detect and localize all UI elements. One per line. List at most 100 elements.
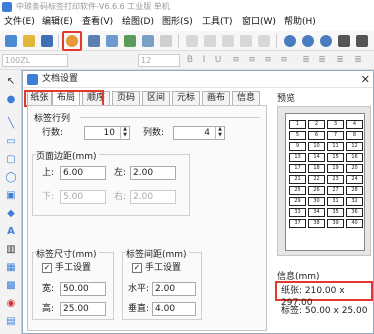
redo-icon[interactable]	[258, 35, 270, 47]
copy-icon[interactable]	[204, 35, 216, 47]
bottom-margin-label: 下:	[42, 192, 55, 202]
print-preview-icon[interactable]	[106, 35, 118, 47]
align-icon[interactable]	[356, 35, 368, 47]
database-icon[interactable]	[124, 35, 136, 47]
tab-page-number[interactable]: 页码	[112, 91, 140, 106]
rectangle-tool-icon[interactable]: ▭	[5, 136, 17, 148]
vertical-spacing-label: 垂直:	[128, 304, 150, 314]
rounded-rectangle-tool-icon[interactable]: ▢	[5, 154, 17, 166]
menu-shape[interactable]: 图形(S)	[162, 14, 193, 31]
horizontal-spacing-input[interactable]: 2.00	[152, 282, 196, 296]
app-logo-icon	[2, 2, 12, 12]
zoom-select[interactable]: 100ZL	[2, 54, 68, 67]
table-tool-icon[interactable]: ▦	[5, 262, 17, 274]
menu-view[interactable]: 查看(V)	[82, 14, 113, 31]
zoom-in-icon[interactable]	[284, 35, 296, 47]
preview-label-cell: 9	[289, 142, 306, 151]
cols-decrement-icon[interactable]: ▼	[216, 132, 224, 138]
underline-icon[interactable]: U	[212, 54, 224, 67]
preview-label-cell: 7	[327, 131, 344, 140]
text-layout-icon[interactable]: ≣	[334, 54, 346, 67]
cut-icon[interactable]	[186, 35, 198, 47]
new-document-icon[interactable]	[5, 35, 17, 47]
justify-icon[interactable]: ≡	[278, 54, 290, 67]
align-left-icon[interactable]: ≡	[230, 54, 242, 67]
menu-window[interactable]: 窗口(W)	[242, 14, 276, 31]
paper-sheet: 1 2 3 4 5 6 7 8 9 10 11 12 13 14 15 16 17 18 19 20 21 22 23 24 2…	[285, 113, 365, 251]
qrcode-tool-icon[interactable]: ▩	[5, 280, 17, 292]
margin-group-box	[32, 154, 190, 216]
menu-file[interactable]: 文件(E)	[4, 14, 35, 31]
save-icon[interactable]	[41, 35, 53, 47]
preview-label-cell: 23	[327, 175, 344, 184]
cols-stepper[interactable]: ▲ ▼	[215, 126, 224, 140]
polygon-tool-icon[interactable]: ◆	[5, 208, 17, 220]
text-format-icon[interactable]: ≣	[300, 54, 312, 67]
undo-icon[interactable]	[240, 35, 252, 47]
pointer-tool-icon[interactable]: ↖	[5, 76, 17, 88]
align-right-icon[interactable]: ≡	[262, 54, 274, 67]
top-margin-input[interactable]: 6.00	[60, 166, 106, 180]
tab-cursor[interactable]: 元标	[172, 91, 200, 106]
preview-label-cell: 15	[327, 153, 344, 162]
bold-icon[interactable]: B	[184, 54, 196, 67]
grid-icon[interactable]	[338, 35, 350, 47]
line-tool-icon[interactable]: ╲	[5, 118, 17, 130]
size-manual-checkbox[interactable]: ✓	[42, 263, 52, 273]
font-size-select[interactable]: 12	[138, 54, 180, 67]
preview-label-cell: 19	[327, 164, 344, 173]
preview-label-cell: 29	[289, 197, 306, 206]
tab-info[interactable]: 信息	[232, 91, 260, 106]
zoom-fit-icon[interactable]	[320, 35, 332, 47]
width-input[interactable]: 50.00	[60, 282, 106, 296]
italic-icon[interactable]: I	[198, 54, 210, 67]
preview-label-cell: 28	[346, 186, 363, 195]
paste-icon[interactable]	[222, 35, 234, 47]
preview-label-cell: 4	[346, 120, 363, 129]
left-margin-input[interactable]: 2.00	[130, 166, 176, 180]
text-tool-icon[interactable]: A	[5, 226, 17, 238]
print-icon[interactable]	[88, 35, 100, 47]
cols-label: 列数:	[143, 128, 165, 138]
main-toolbar	[0, 31, 374, 51]
ellipse-tool-icon[interactable]: ◯	[5, 172, 17, 184]
menu-help[interactable]: 帮助(H)	[284, 14, 316, 31]
align-center-icon[interactable]: ≡	[246, 54, 258, 67]
rows-label: 行数:	[42, 128, 64, 138]
menu-edit[interactable]: 编辑(E)	[42, 14, 73, 31]
menubar: 文件(E) 编辑(E) 查看(V) 绘图(D) 图形(S) 工具(T) 窗口(W…	[0, 14, 374, 31]
image-tool-icon[interactable]: ▣	[5, 190, 17, 202]
shape-tool-icon[interactable]: ◉	[5, 298, 17, 310]
app-title: 中琅条码标签打印软件-V6.6.6 工业版 单机	[16, 2, 170, 11]
height-input[interactable]: 25.00	[60, 302, 106, 316]
right-margin-input[interactable]: 2.00	[130, 190, 176, 204]
rows-stepper[interactable]: ▲ ▼	[120, 126, 129, 140]
preview-label-cell: 11	[327, 142, 344, 151]
preview-label-cell: 33	[289, 208, 306, 217]
pan-tool-icon[interactable]: ●	[5, 94, 17, 106]
spacing-manual-checkbox[interactable]: ✓	[132, 263, 142, 273]
picture-tool-icon[interactable]: ▤	[5, 316, 17, 328]
tab-range[interactable]: 区间	[142, 91, 170, 106]
preview-label-cell: 27	[327, 186, 344, 195]
preview-label-cell: 31	[327, 197, 344, 206]
left-margin-label: 左:	[114, 168, 127, 178]
barcode-tool-icon[interactable]: ▥	[5, 244, 17, 256]
menu-tools[interactable]: 工具(T)	[202, 14, 233, 31]
menu-draw[interactable]: 绘图(D)	[122, 14, 154, 31]
settings-gear-icon[interactable]	[142, 35, 154, 47]
right-margin-label: 右:	[114, 192, 127, 202]
text-wrap-icon[interactable]: ≣	[352, 54, 364, 67]
tab-canvas[interactable]: 画布	[202, 91, 230, 106]
close-icon[interactable]: ✕	[361, 71, 370, 88]
preview-label-cell: 35	[327, 208, 344, 217]
text-spacing-icon[interactable]: ≣	[316, 54, 328, 67]
barcode-icon[interactable]	[160, 35, 172, 47]
preview-label-cell: 21	[289, 175, 306, 184]
rows-decrement-icon[interactable]: ▼	[121, 132, 129, 138]
zoom-out-icon[interactable]	[302, 35, 314, 47]
vertical-spacing-input[interactable]: 4.00	[152, 302, 196, 316]
preview-label-cell: 13	[289, 153, 306, 162]
open-folder-icon[interactable]	[23, 35, 35, 47]
bottom-margin-input[interactable]: 5.00	[60, 190, 106, 204]
